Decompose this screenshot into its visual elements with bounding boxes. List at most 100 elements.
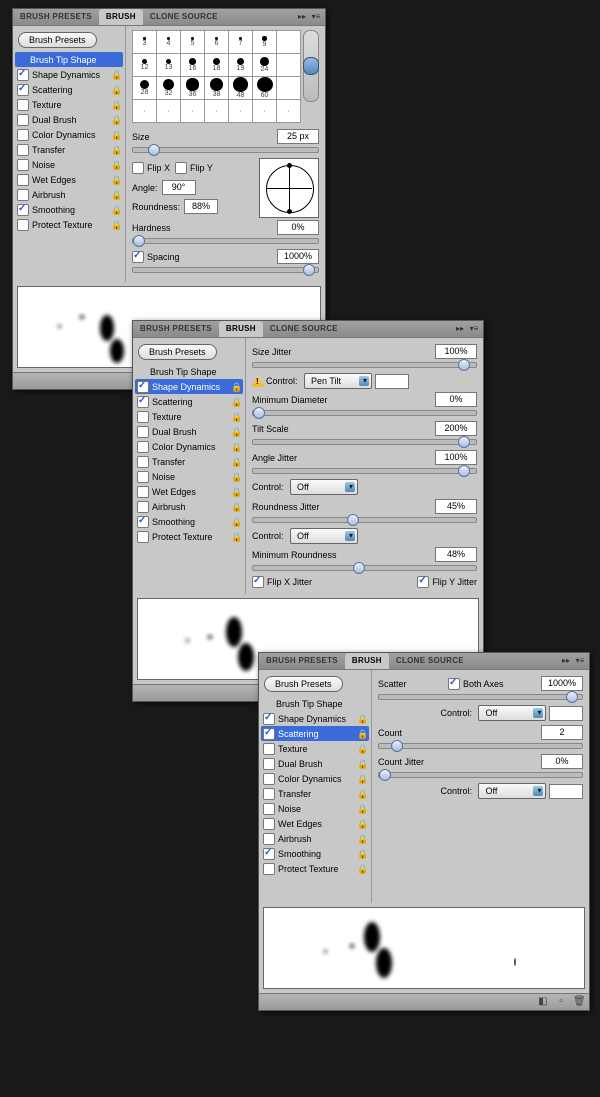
lock-icon[interactable]: 🔒 — [231, 397, 241, 407]
angle-control-select[interactable]: Off — [290, 479, 358, 495]
lock-icon[interactable]: 🔒 — [231, 412, 241, 422]
sidebar-checkbox[interactable] — [263, 713, 275, 725]
sidebar-item-scattering[interactable]: Scattering🔒 — [261, 726, 369, 741]
sidebar-item-wet-edges[interactable]: Wet Edges🔒 — [261, 816, 369, 831]
sidebar-item-color-dynamics[interactable]: Color Dynamics🔒 — [135, 439, 243, 454]
tab-brush[interactable]: BRUSH — [99, 9, 143, 25]
brush-swatch[interactable]: 32 — [157, 77, 180, 99]
sidebar-checkbox[interactable] — [263, 833, 275, 845]
spacing-slider[interactable] — [132, 267, 319, 273]
scatter-control-select[interactable]: Off — [478, 705, 546, 721]
sidebar-item-smoothing[interactable]: Smoothing🔒 — [261, 846, 369, 861]
angle-jitter-input[interactable]: 100% — [435, 450, 477, 465]
min-roundness-input[interactable]: 48% — [435, 547, 477, 562]
sidebar-checkbox[interactable] — [17, 219, 29, 231]
sidebar-item-brush-tip-shape[interactable]: Brush Tip Shape — [15, 52, 123, 67]
sidebar-item-color-dynamics[interactable]: Color Dynamics🔒 — [15, 127, 123, 142]
sidebar-item-protect-texture[interactable]: Protect Texture🔒 — [135, 529, 243, 544]
brush-swatch[interactable] — [277, 54, 300, 76]
sidebar-checkbox[interactable] — [263, 863, 275, 875]
sidebar-item-noise[interactable]: Noise🔒 — [15, 157, 123, 172]
brush-swatch[interactable]: 36 — [181, 77, 204, 99]
flip-y-checkbox[interactable] — [175, 162, 187, 174]
sidebar-checkbox[interactable] — [17, 159, 29, 171]
brush-swatch[interactable]: · — [277, 100, 300, 122]
brush-presets-button[interactable]: Brush Presets — [264, 676, 343, 692]
sidebar-checkbox[interactable] — [17, 129, 29, 141]
lock-icon[interactable]: 🔒 — [111, 70, 121, 80]
lock-icon[interactable]: 🔒 — [111, 175, 121, 185]
flip-x-jitter-checkbox[interactable] — [252, 576, 264, 588]
sidebar-item-texture[interactable]: Texture🔒 — [135, 409, 243, 424]
brush-presets-button[interactable]: Brush Presets — [138, 344, 217, 360]
brush-swatch[interactable]: 48 — [229, 77, 252, 99]
sidebar-checkbox[interactable] — [137, 471, 149, 483]
menu-icon[interactable]: ▾≡ — [469, 324, 479, 334]
count-jitter-input[interactable]: 0% — [541, 754, 583, 769]
brush-swatch[interactable]: 16 — [181, 54, 204, 76]
roundness-input[interactable]: 88% — [184, 199, 218, 214]
sidebar-item-color-dynamics[interactable]: Color Dynamics🔒 — [261, 771, 369, 786]
sidebar-item-dual-brush[interactable]: Dual Brush🔒 — [261, 756, 369, 771]
count-jitter-slider[interactable] — [378, 772, 583, 778]
brush-swatch[interactable]: 13 — [157, 54, 180, 76]
lock-icon[interactable]: 🔒 — [357, 834, 367, 844]
sidebar-item-brush-tip-shape[interactable]: Brush Tip Shape — [135, 364, 243, 379]
min-diameter-input[interactable]: 0% — [435, 392, 477, 407]
lock-icon[interactable]: 🔒 — [357, 819, 367, 829]
tab-brush[interactable]: BRUSH — [345, 653, 389, 669]
sidebar-item-shape-dynamics[interactable]: Shape Dynamics🔒 — [135, 379, 243, 394]
brush-swatch[interactable]: · — [205, 100, 228, 122]
size-input[interactable]: 25 px — [277, 129, 319, 144]
flip-y-jitter-checkbox[interactable] — [417, 576, 429, 588]
lock-icon[interactable]: 🔒 — [231, 442, 241, 452]
lock-icon[interactable]: 🔒 — [231, 532, 241, 542]
sidebar-checkbox[interactable] — [263, 788, 275, 800]
sidebar-checkbox[interactable] — [263, 743, 275, 755]
size-jitter-input[interactable]: 100% — [435, 344, 477, 359]
scatter-input[interactable]: 1000% — [541, 676, 583, 691]
tilt-scale-input[interactable]: 200% — [435, 421, 477, 436]
sidebar-checkbox[interactable] — [263, 848, 275, 860]
sidebar-checkbox[interactable] — [137, 501, 149, 513]
lock-icon[interactable]: 🔒 — [111, 190, 121, 200]
sidebar-item-brush-tip-shape[interactable]: Brush Tip Shape — [261, 696, 369, 711]
sidebar-checkbox[interactable] — [137, 456, 149, 468]
collapse-icon[interactable]: ▸▸ — [561, 656, 571, 666]
sidebar-checkbox[interactable] — [17, 144, 29, 156]
count-input[interactable]: 2 — [541, 725, 583, 740]
collapse-icon[interactable]: ▸▸ — [297, 12, 307, 22]
collapse-icon[interactable]: ▸▸ — [455, 324, 465, 334]
lock-icon[interactable]: 🔒 — [231, 517, 241, 527]
size-control-input[interactable] — [375, 374, 409, 389]
min-diameter-slider[interactable] — [252, 410, 477, 416]
sidebar-checkbox[interactable] — [17, 204, 29, 216]
sidebar-checkbox[interactable] — [263, 758, 275, 770]
brush-swatch[interactable]: 7 — [229, 31, 252, 53]
count-slider[interactable] — [378, 743, 583, 749]
hardness-input[interactable]: 0% — [277, 220, 319, 235]
brush-swatch[interactable]: 4 — [157, 31, 180, 53]
sidebar-item-airbrush[interactable]: Airbrush🔒 — [261, 831, 369, 846]
tab-brush-presets[interactable]: BRUSH PRESETS — [13, 9, 99, 25]
brush-presets-button[interactable]: Brush Presets — [18, 32, 97, 48]
tab-clone-source[interactable]: CLONE SOURCE — [143, 9, 225, 25]
lock-icon[interactable]: 🔒 — [111, 145, 121, 155]
lock-icon[interactable]: 🔒 — [111, 220, 121, 230]
lock-icon[interactable]: 🔒 — [231, 427, 241, 437]
sidebar-item-transfer[interactable]: Transfer🔒 — [261, 786, 369, 801]
scatter-control-input[interactable] — [549, 706, 583, 721]
brush-swatch[interactable] — [277, 31, 300, 53]
brush-swatch[interactable]: · — [181, 100, 204, 122]
brush-swatch[interactable]: 28 — [133, 77, 156, 99]
sidebar-checkbox[interactable] — [137, 381, 149, 393]
size-control-select[interactable]: Pen Tilt — [304, 373, 372, 389]
sidebar-checkbox[interactable] — [263, 818, 275, 830]
angle-widget[interactable] — [259, 158, 319, 218]
brush-grid-scrollbar[interactable] — [303, 30, 319, 102]
sidebar-item-shape-dynamics[interactable]: Shape Dynamics🔒 — [15, 67, 123, 82]
sidebar-item-texture[interactable]: Texture🔒 — [261, 741, 369, 756]
lock-icon[interactable]: 🔒 — [111, 160, 121, 170]
sidebar-item-scattering[interactable]: Scattering🔒 — [15, 82, 123, 97]
sidebar-item-shape-dynamics[interactable]: Shape Dynamics🔒 — [261, 711, 369, 726]
